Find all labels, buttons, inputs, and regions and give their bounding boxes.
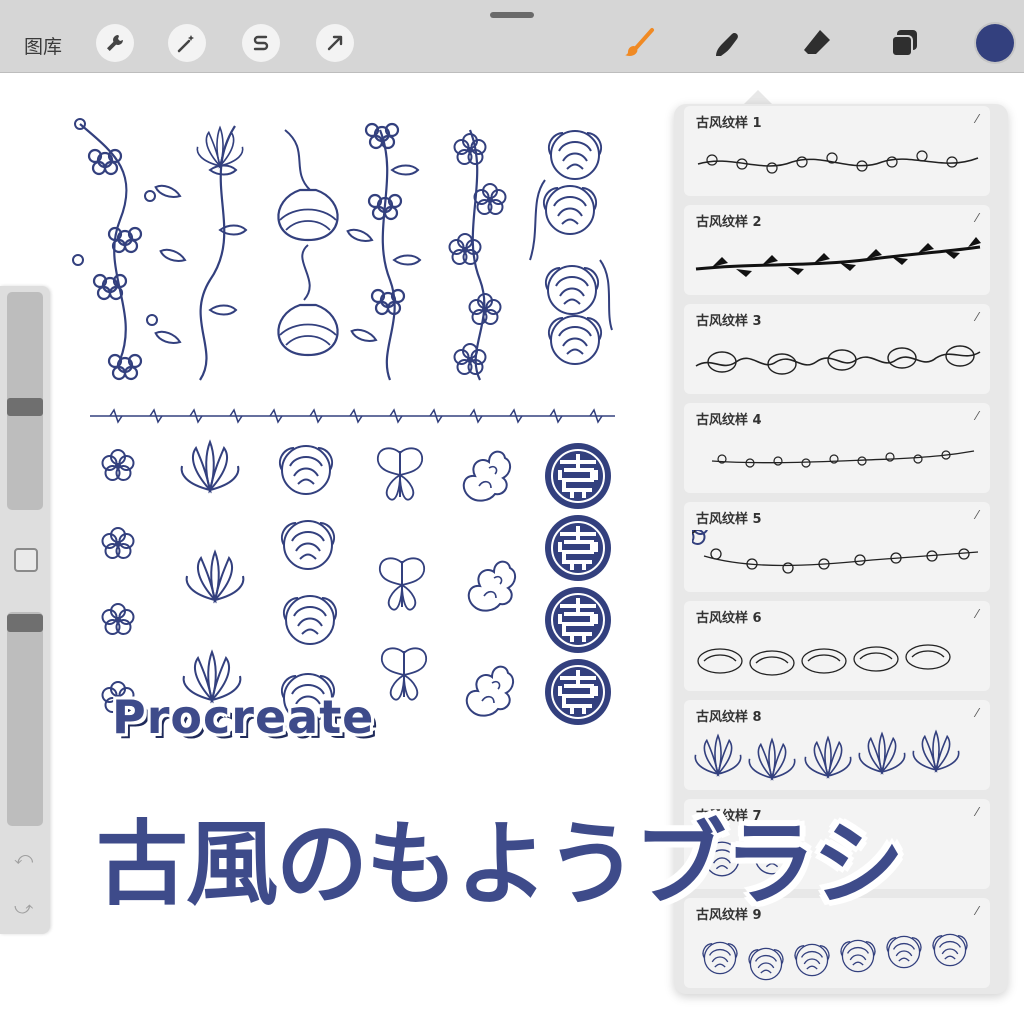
brush-size-knob[interactable] [7, 398, 43, 416]
motif-peonies [278, 445, 338, 723]
vine-column-1 [72, 118, 158, 381]
brush-size-slider[interactable] [7, 292, 43, 510]
modify-button[interactable] [14, 548, 38, 572]
panel-pointer [744, 90, 772, 104]
brush-type-icon: ⁄ [975, 607, 978, 621]
gallery-button[interactable]: 图库 [24, 32, 62, 59]
arrow-cursor-icon[interactable] [316, 24, 354, 62]
opacity-knob[interactable] [7, 614, 43, 632]
brush-type-icon: ⁄ [975, 706, 978, 720]
canvas-artwork[interactable] [60, 110, 630, 740]
brush-stroke-preview [695, 237, 981, 277]
brush-stroke-preview [694, 730, 960, 779]
opacity-slider[interactable] [7, 612, 43, 826]
brush-name: 古风纹样 3 [696, 314, 762, 329]
brush-stroke-preview [697, 644, 951, 676]
brush-item-3[interactable]: 古风纹样 3 ⁄ [684, 304, 990, 394]
layers-icon[interactable] [888, 26, 922, 60]
brush-item-7[interactable]: 古风纹样 8 ⁄ [684, 700, 990, 790]
brush-name: 古风纹样 6 [696, 611, 762, 626]
motif-shou-symbols [543, 441, 613, 727]
redo-icon[interactable]: ⤻ [14, 898, 33, 919]
brush-type-icon: ⁄ [975, 409, 978, 423]
brush-type-icon: ⁄ [975, 211, 978, 225]
motif-butterflies [376, 447, 428, 701]
brush-name: 古风纹样 4 [696, 413, 762, 428]
vine-column-3 [277, 129, 339, 357]
brush-name: 古风纹样 2 [696, 215, 762, 230]
selection-s-icon[interactable] [242, 24, 280, 62]
undo-icon[interactable]: ⤺ [14, 848, 33, 869]
brush-stroke-preview [697, 150, 979, 174]
brush-item-6[interactable]: 古风纹样 6 ⁄ [684, 601, 990, 691]
vine-column-2 [153, 125, 247, 381]
app-name-overlay: Procreate [112, 690, 375, 744]
brush-name: 古风纹样 1 [696, 116, 762, 131]
smudge-icon[interactable] [710, 26, 744, 60]
brush-type-icon: ⁄ [975, 805, 978, 819]
brush-type-icon: ⁄ [975, 112, 978, 126]
drag-handle[interactable] [490, 12, 534, 18]
motif-lotus [180, 441, 245, 701]
eraser-icon[interactable] [800, 26, 834, 60]
color-picker-button[interactable] [976, 24, 1014, 62]
brush-stroke-preview [695, 345, 981, 375]
brush-stroke-preview [711, 450, 975, 468]
brush-stroke-preview [692, 530, 979, 574]
brush-item-5[interactable]: 古风纹样 5 ⁄ [684, 502, 990, 592]
vine-column-4 [345, 122, 421, 381]
brush-stroke-preview [702, 933, 968, 981]
brush-item-1[interactable]: 古风纹样 1 ⁄ [684, 106, 990, 196]
wrench-icon[interactable] [96, 24, 134, 62]
brush-type-icon: ⁄ [975, 508, 978, 522]
divider-border [90, 408, 615, 424]
brush-item-4[interactable]: 古风纹样 4 ⁄ [684, 403, 990, 493]
vine-column-5 [448, 129, 507, 381]
magic-wand-icon[interactable] [168, 24, 206, 62]
brush-name: 古风纹样 5 [696, 512, 762, 527]
motif-clouds [462, 450, 517, 717]
brush-icon[interactable] [622, 26, 656, 60]
brush-type-icon: ⁄ [975, 904, 978, 918]
side-slider-panel: ⤺ ⤻ [0, 286, 50, 934]
top-toolbar: 图库 [0, 0, 1024, 73]
headline-overlay: 古風のもようブラシ [96, 811, 904, 918]
vine-column-6 [529, 130, 613, 365]
brush-name: 古风纹样 8 [696, 710, 762, 725]
brush-type-icon: ⁄ [975, 310, 978, 324]
brush-item-2[interactable]: 古风纹样 2 ⁄ [684, 205, 990, 295]
motif-flowers [101, 449, 135, 713]
